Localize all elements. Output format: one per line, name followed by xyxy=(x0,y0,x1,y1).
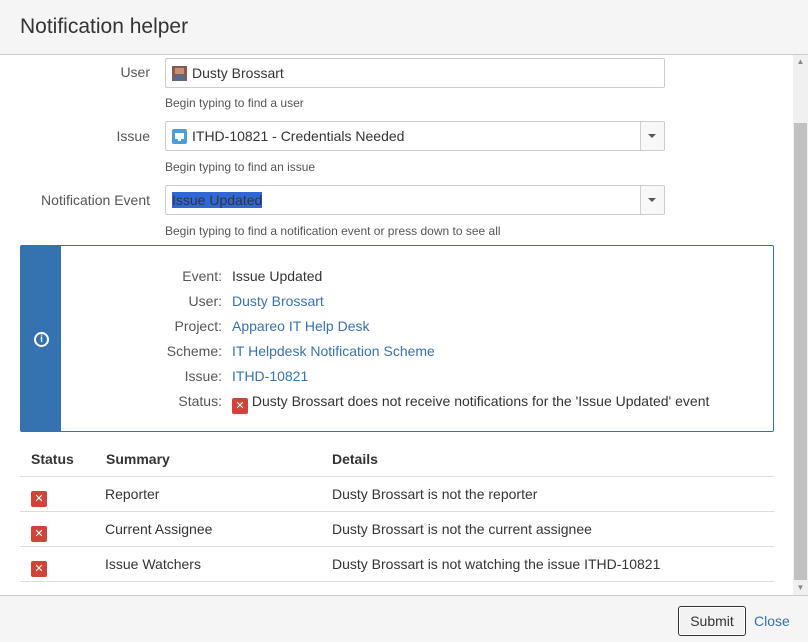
event-label: Notification Event xyxy=(41,192,150,208)
user-hint: Begin typing to find a user xyxy=(165,96,304,110)
event-dropdown-button[interactable] xyxy=(640,186,664,214)
table-header-details: Details xyxy=(332,451,378,467)
close-link[interactable]: Close xyxy=(754,613,790,629)
submit-button[interactable]: Submit xyxy=(678,606,746,636)
status-cell: ✕ xyxy=(31,556,47,577)
details-cell: Dusty Brossart is not watching the issue… xyxy=(332,556,661,572)
event-field[interactable]: Issue Updated xyxy=(165,185,665,215)
issue-hint: Begin typing to find an issue xyxy=(165,160,316,174)
info-scheme-link[interactable]: IT Helpdesk Notification Scheme xyxy=(232,343,435,359)
info-event-label: Event: xyxy=(182,268,222,284)
chevron-down-icon xyxy=(648,198,656,202)
dialog-title: Notification helper xyxy=(20,15,189,38)
info-bar: i xyxy=(21,246,61,431)
user-label: User xyxy=(120,64,150,80)
dialog-content: User Dusty Brossart Begin typing to find… xyxy=(0,55,793,595)
details-cell: Dusty Brossart is not the current assign… xyxy=(332,521,592,537)
scroll-up-icon[interactable]: ▲ xyxy=(793,55,808,69)
status-cell: ✕ xyxy=(31,486,47,507)
x-icon: ✕ xyxy=(31,526,47,542)
divider xyxy=(20,546,774,547)
divider xyxy=(20,476,774,477)
scroll-down-icon[interactable]: ▼ xyxy=(793,581,808,595)
table-header-status: Status xyxy=(31,451,74,467)
info-project-label: Project: xyxy=(174,318,222,334)
issue-type-icon xyxy=(172,129,187,144)
x-icon: ✕ xyxy=(31,491,47,507)
summary-cell: Issue Watchers xyxy=(105,556,201,572)
divider xyxy=(20,581,774,582)
issue-field[interactable]: ITHD-10821 - Credentials Needed xyxy=(165,121,665,151)
info-status-value: ✕ Dusty Brossart does not receive notifi… xyxy=(232,393,709,414)
info-status-label: Status: xyxy=(178,393,222,409)
info-user-label: User: xyxy=(188,293,222,309)
notification-helper-dialog: Notification helper User Dusty Brossart … xyxy=(0,0,808,642)
issue-label: Issue xyxy=(116,128,150,144)
info-panel: i Event: Issue Updated User: Dusty Bross… xyxy=(20,245,774,432)
dialog-header: Notification helper xyxy=(0,0,808,55)
details-cell: Dusty Brossart is not the reporter xyxy=(332,486,538,502)
user-value: Dusty Brossart xyxy=(192,65,284,81)
event-hint: Begin typing to find a notification even… xyxy=(165,224,501,238)
issue-dropdown-button[interactable] xyxy=(640,122,664,150)
info-status-text: Dusty Brossart does not receive notifica… xyxy=(251,393,710,409)
info-project-link[interactable]: Appareo IT Help Desk xyxy=(232,318,369,334)
x-icon: ✕ xyxy=(232,398,248,414)
dialog-footer: Submit Close xyxy=(0,595,808,642)
summary-cell: Reporter xyxy=(105,486,160,502)
info-icon: i xyxy=(34,332,49,347)
issue-value: ITHD-10821 - Credentials Needed xyxy=(192,128,405,144)
status-cell: ✕ xyxy=(31,521,47,542)
vertical-scrollbar[interactable]: ▲ ▼ xyxy=(793,55,808,595)
event-value: Issue Updated xyxy=(172,192,263,208)
info-issue-link[interactable]: ITHD-10821 xyxy=(232,368,308,384)
summary-cell: Current Assignee xyxy=(105,521,213,537)
user-avatar xyxy=(172,66,187,81)
scrollbar-thumb[interactable] xyxy=(794,123,807,580)
info-event-value: Issue Updated xyxy=(232,268,323,284)
table-header-summary: Summary xyxy=(106,451,170,467)
user-field[interactable]: Dusty Brossart xyxy=(165,58,665,88)
info-scheme-label: Scheme: xyxy=(166,343,222,359)
chevron-down-icon xyxy=(648,134,656,138)
info-user-link[interactable]: Dusty Brossart xyxy=(232,293,324,309)
divider xyxy=(20,511,774,512)
x-icon: ✕ xyxy=(31,561,47,577)
info-issue-label: Issue: xyxy=(184,368,222,384)
